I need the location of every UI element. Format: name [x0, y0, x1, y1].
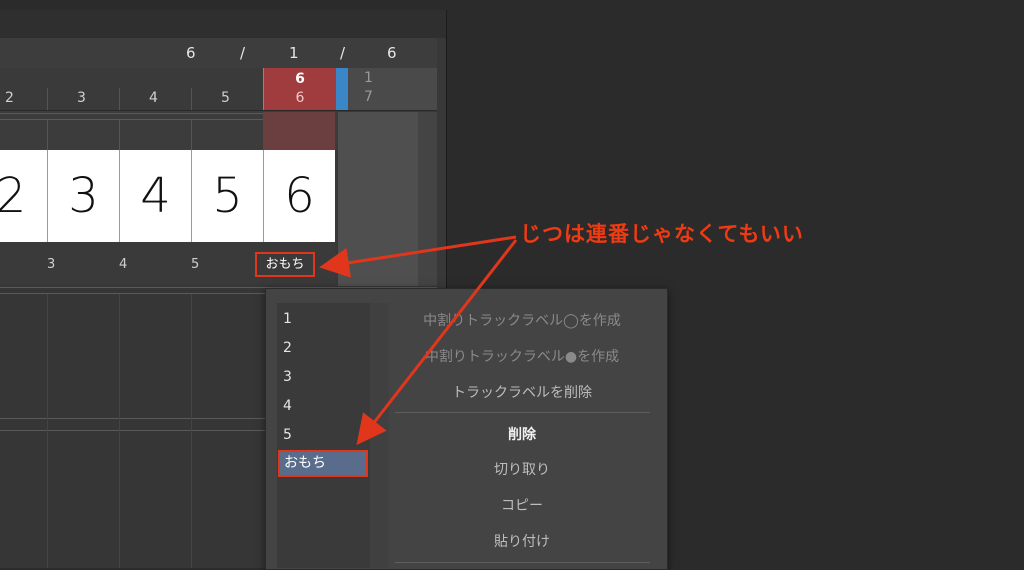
annotation-arrow — [356, 239, 518, 446]
annotation-arrows — [319, 235, 518, 446]
annotation-arrow — [319, 235, 517, 278]
